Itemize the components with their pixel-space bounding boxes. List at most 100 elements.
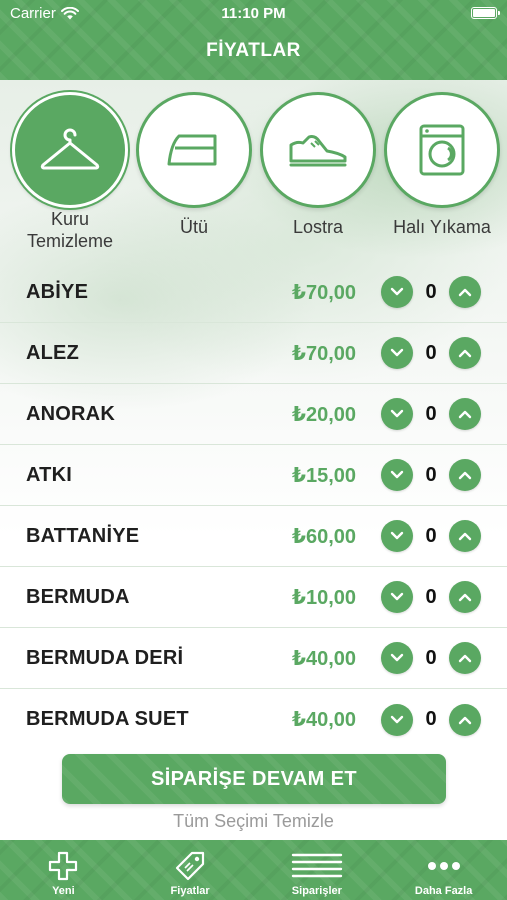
- more-icon: [427, 862, 460, 870]
- tab-label: Siparişler: [291, 885, 342, 897]
- category-circle[interactable]: [384, 92, 500, 208]
- chevron-down-icon: [390, 470, 404, 479]
- continue-order-button[interactable]: SİPARİŞE DEVAM ET: [62, 754, 446, 804]
- category-shoe-shine[interactable]: Lostra: [256, 92, 380, 238]
- list-item: ANORAK ₺20,00 0: [0, 384, 507, 445]
- chevron-down-icon: [390, 287, 404, 296]
- item-name: ABİYE: [26, 280, 89, 303]
- list-icon: [291, 853, 343, 878]
- decrease-button[interactable]: [381, 520, 413, 552]
- price-tag-icon: [176, 851, 205, 881]
- list-item: ALEZ ₺70,00 0: [0, 323, 507, 384]
- chevron-down-icon: [390, 715, 404, 723]
- chevron-up-icon: [458, 471, 472, 480]
- item-quantity: 0: [425, 708, 437, 730]
- item-quantity: 0: [425, 524, 437, 547]
- item-quantity: 0: [425, 463, 437, 486]
- item-price: ₺10,00: [292, 586, 356, 609]
- top-bar: Carrier 11:10 PM FİYATLAR: [0, 0, 507, 80]
- list-item: BERMUDA DERİ ₺40,00 0: [0, 628, 507, 689]
- category-carpet-washing[interactable]: Halı Yıkama: [378, 92, 506, 238]
- decrease-button[interactable]: [381, 398, 413, 430]
- decrease-button[interactable]: [381, 276, 413, 308]
- item-name: ALEZ: [26, 341, 80, 364]
- item-quantity: 0: [425, 280, 437, 303]
- decrease-button[interactable]: [381, 642, 413, 674]
- item-price: ₺20,00: [292, 403, 356, 426]
- tab-label: Yeni: [52, 885, 75, 897]
- category-selector: Kuru Temizleme Ütü Lostra Halı Yıkama: [0, 92, 507, 262]
- item-price: ₺70,00: [292, 281, 356, 304]
- item-quantity: 0: [425, 646, 437, 669]
- chevron-down-icon: [390, 409, 404, 418]
- item-quantity: 0: [425, 585, 437, 608]
- list-item: BATTANİYE ₺60,00 0: [0, 506, 507, 567]
- iron-icon: [167, 134, 217, 166]
- tab-bar: Yeni Fiyatlar Siparişler Daha Fazla: [0, 840, 507, 900]
- tab-label: Daha Fazla: [414, 885, 473, 897]
- category-ironing[interactable]: Ütü: [132, 92, 256, 238]
- item-name: BERMUDA: [26, 585, 130, 608]
- chevron-up-icon: [458, 593, 472, 602]
- shoe-icon: [289, 135, 347, 167]
- hanger-icon: [40, 128, 100, 170]
- increase-button[interactable]: [449, 276, 481, 308]
- item-name: BERMUDA DERİ: [26, 646, 184, 669]
- item-price: ₺40,00: [292, 709, 356, 731]
- tab-orders[interactable]: Siparişler: [254, 840, 381, 900]
- category-label-dry-cleaning: Kuru Temizleme: [26, 209, 114, 251]
- item-name: ATKI: [26, 463, 72, 486]
- category-label-shoe-shine: Lostra: [292, 217, 344, 237]
- increase-button[interactable]: [449, 337, 481, 369]
- increase-button[interactable]: [449, 520, 481, 552]
- list-item: BERMUDA SUET ₺40,00 0: [0, 689, 507, 750]
- page-title: FİYATLAR: [206, 40, 301, 61]
- item-price: ₺40,00: [292, 647, 356, 670]
- chevron-up-icon: [458, 532, 472, 541]
- decrease-button[interactable]: [381, 703, 413, 736]
- increase-button[interactable]: [449, 398, 481, 430]
- chevron-up-icon: [458, 716, 472, 724]
- item-name: ANORAK: [26, 402, 115, 425]
- chevron-up-icon: [458, 288, 472, 297]
- decrease-button[interactable]: [381, 337, 413, 369]
- tab-label: Fiyatlar: [170, 885, 210, 897]
- category-circle[interactable]: [12, 92, 128, 208]
- item-name: BERMUDA SUET: [26, 708, 189, 730]
- chevron-down-icon: [390, 592, 404, 601]
- chevron-down-icon: [390, 653, 404, 662]
- item-quantity: 0: [425, 341, 437, 364]
- chevron-down-icon: [390, 531, 404, 540]
- category-label-ironing: Ütü: [179, 217, 208, 237]
- category-circle[interactable]: [260, 92, 376, 208]
- tab-new[interactable]: Yeni: [0, 840, 127, 900]
- chevron-up-icon: [458, 349, 472, 358]
- list-item: BERMUDA ₺10,00 0: [0, 567, 507, 628]
- plus-icon: [49, 851, 78, 881]
- category-dry-cleaning[interactable]: Kuru Temizleme: [8, 92, 132, 252]
- list-item: ATKI ₺15,00 0: [0, 445, 507, 506]
- battery-icon: [471, 7, 500, 19]
- increase-button[interactable]: [449, 642, 481, 674]
- chevron-down-icon: [390, 348, 404, 357]
- increase-button[interactable]: [449, 703, 481, 736]
- chevron-up-icon: [458, 410, 472, 419]
- category-label-carpet-washing: Halı Yıkama: [393, 217, 491, 237]
- category-circle[interactable]: [136, 92, 252, 208]
- item-price: ₺60,00: [292, 525, 356, 548]
- status-time: 11:10 PM: [221, 5, 286, 22]
- tab-more[interactable]: Daha Fazla: [380, 840, 507, 900]
- list-item: ABİYE ₺70,00 0: [0, 262, 507, 323]
- item-price: ₺15,00: [292, 464, 356, 487]
- clear-selection-link[interactable]: Tüm Seçimi Temizle: [0, 811, 507, 832]
- decrease-button[interactable]: [381, 459, 413, 491]
- increase-button[interactable]: [449, 459, 481, 491]
- tab-prices[interactable]: Fiyatlar: [127, 840, 254, 900]
- price-list: ABİYE ₺70,00 0 ALEZ ₺70,00 0 ANORAK ₺20,…: [0, 262, 507, 750]
- washing-machine-icon: [419, 124, 465, 176]
- increase-button[interactable]: [449, 581, 481, 613]
- item-quantity: 0: [425, 402, 437, 425]
- chevron-up-icon: [458, 654, 472, 663]
- decrease-button[interactable]: [381, 581, 413, 613]
- item-price: ₺70,00: [292, 342, 356, 365]
